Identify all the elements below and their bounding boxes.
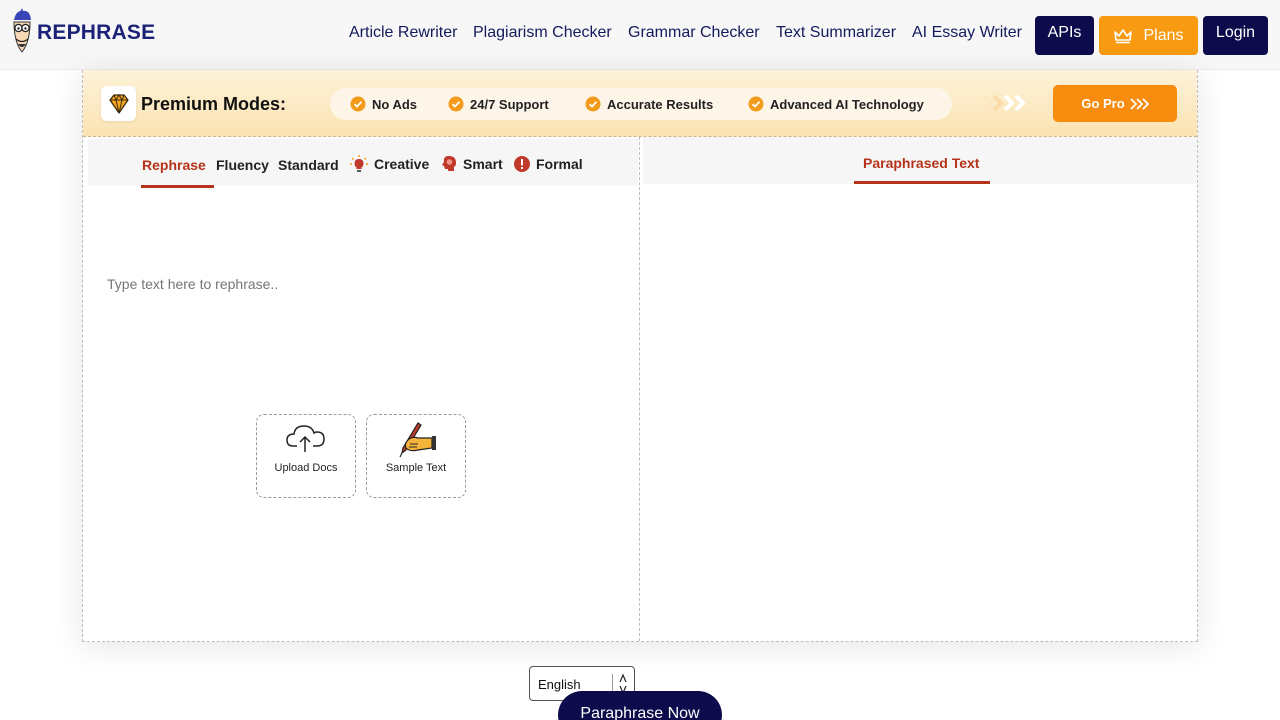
plans-button[interactable]: Plans bbox=[1099, 16, 1198, 55]
mascot-logo-icon bbox=[13, 8, 31, 53]
tab-creative[interactable]: Creative bbox=[349, 154, 429, 174]
hand-writing-icon bbox=[399, 422, 436, 458]
check-badge-icon bbox=[748, 96, 764, 112]
feature-label: Accurate Results bbox=[607, 96, 714, 112]
diamond-icon bbox=[101, 86, 136, 121]
output-panel: Paraphrased Text bbox=[641, 137, 1197, 641]
feature-item: 24/7 Support bbox=[448, 96, 549, 112]
sample-text-button[interactable]: Sample Text bbox=[366, 414, 466, 498]
nav-plagiarism-checker[interactable]: Plagiarism Checker bbox=[473, 24, 612, 42]
plans-label: Plans bbox=[1143, 27, 1184, 44]
upload-docs-label: Upload Docs bbox=[274, 462, 338, 474]
active-tab-indicator bbox=[141, 185, 214, 188]
tab-smart-label: Smart bbox=[463, 156, 503, 172]
tab-paraphrased-text[interactable]: Paraphrased Text bbox=[863, 155, 979, 171]
nav-ai-essay-writer[interactable]: AI Essay Writer bbox=[912, 24, 1022, 42]
feature-label: No Ads bbox=[372, 96, 418, 112]
feature-item: Accurate Results bbox=[585, 96, 713, 112]
premium-modes-title: Premium Modes: bbox=[141, 94, 287, 114]
check-badge-icon bbox=[350, 96, 366, 112]
top-header: REPHRASE Article Rewriter Plagiarism Che… bbox=[0, 0, 1280, 70]
feature-label: 24/7 Support bbox=[470, 96, 549, 112]
crown-icon bbox=[1114, 29, 1133, 44]
tab-fluency[interactable]: Fluency bbox=[216, 157, 269, 173]
output-tabs: Paraphrased Text bbox=[643, 137, 1197, 184]
feature-item: No Ads bbox=[350, 96, 417, 112]
paraphrase-now-button[interactable]: Paraphrase Now bbox=[558, 691, 722, 720]
premium-banner: Premium Modes: No Ads 24/7 Support Accur… bbox=[83, 70, 1197, 137]
input-panel: Rephrase Fluency Standard Creative Smart bbox=[83, 137, 640, 701]
sample-text-label: Sample Text bbox=[385, 462, 447, 474]
nav-article-rewriter[interactable]: Article Rewriter bbox=[349, 24, 457, 42]
lightbulb-icon bbox=[350, 155, 368, 172]
brand-logo[interactable]: REPHRASE bbox=[10, 6, 155, 56]
apis-button[interactable]: APIs bbox=[1035, 16, 1094, 55]
feature-item: Advanced AI Technology bbox=[748, 96, 924, 112]
check-badge-icon bbox=[585, 96, 601, 112]
nav-text-summarizer[interactable]: Text Summarizer bbox=[776, 24, 896, 42]
go-pro-label: Go Pro bbox=[1081, 96, 1125, 111]
double-chevron-right-icon bbox=[1130, 97, 1149, 110]
tab-formal-label: Formal bbox=[536, 156, 583, 172]
chevrons-right-icon bbox=[981, 94, 1026, 112]
mode-tabs: Rephrase Fluency Standard Creative Smart bbox=[88, 139, 638, 188]
formal-badge-icon bbox=[514, 156, 530, 172]
text-input[interactable] bbox=[107, 276, 607, 292]
tab-standard[interactable]: Standard bbox=[278, 157, 339, 173]
tab-formal[interactable]: Formal bbox=[513, 155, 583, 173]
rephrase-tool-card: Premium Modes: No Ads 24/7 Support Accur… bbox=[82, 70, 1198, 701]
login-button[interactable]: Login bbox=[1203, 16, 1268, 55]
nav-grammar-checker[interactable]: Grammar Checker bbox=[628, 24, 760, 42]
brain-head-icon bbox=[442, 156, 456, 171]
feature-label: Advanced AI Technology bbox=[770, 96, 924, 112]
active-tab-indicator bbox=[854, 181, 990, 184]
brand-name: REPHRASE bbox=[37, 21, 156, 44]
premium-features-list: No Ads 24/7 Support Accurate Results Adv… bbox=[330, 88, 952, 120]
tab-rephrase[interactable]: Rephrase bbox=[142, 157, 206, 173]
go-pro-button[interactable]: Go Pro bbox=[1053, 85, 1177, 122]
check-badge-icon bbox=[448, 96, 464, 112]
cloud-upload-icon bbox=[286, 425, 325, 452]
tab-creative-label: Creative bbox=[374, 156, 430, 172]
upload-docs-button[interactable]: Upload Docs bbox=[256, 414, 356, 498]
tab-smart[interactable]: Smart bbox=[440, 155, 503, 173]
language-value: English bbox=[538, 677, 581, 692]
